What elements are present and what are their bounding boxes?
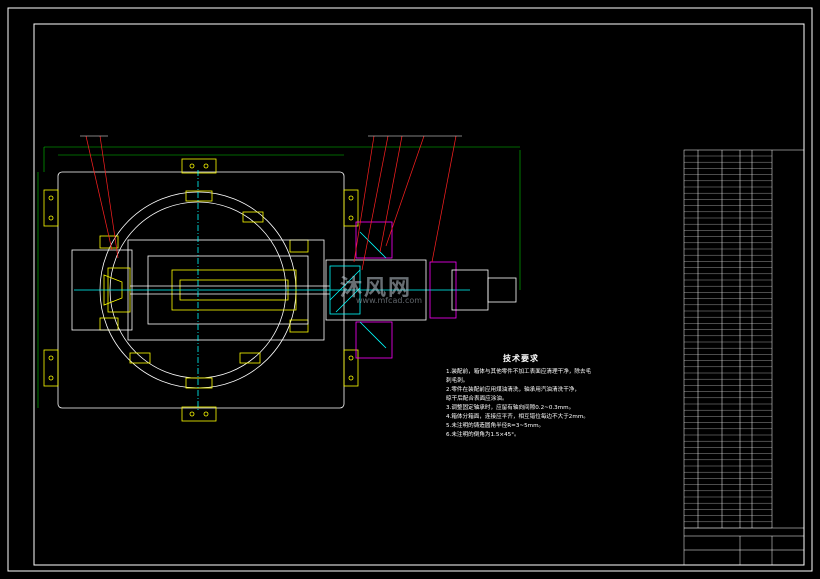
requirement-line: 2.零件在装配前应用煤油清洗，轴承用汽油清洗干净，: [446, 387, 580, 393]
left-lug-top: [43, 189, 59, 227]
right-lug-top: [343, 189, 359, 227]
technical-requirements-title: 技术要求: [503, 354, 539, 363]
requirement-line: 1.装配前，箱体与其他零件不加工表面应清理干净，除去毛: [446, 369, 592, 375]
requirement-line: 4.箱体分箱面，连接应平齐，相互错位每边不大于2mm。: [446, 414, 589, 420]
requirement-line: 刺毛刺。: [446, 378, 469, 384]
leader-lines: [85, 135, 457, 271]
requirement-line: 3.调整固定轴承时，应留有轴向间隙0.2~0.3mm。: [446, 405, 575, 411]
requirement-line: 晾干后配合表面应涂油。: [446, 396, 508, 402]
parts-list-rows: [684, 155, 772, 529]
requirement-line: 6.未注明的倒角为1.5×45°。: [446, 432, 520, 438]
parts-list: [683, 149, 805, 566]
end-cap: [487, 277, 517, 303]
watermark-url: www.mfcad.com: [356, 296, 423, 305]
left-lug-bottom: [43, 349, 59, 387]
top-lug: [181, 158, 217, 174]
bottom-lug: [181, 406, 217, 422]
inner-border: [33, 23, 805, 566]
requirement-line: 5.未注明的铸造圆角半径R=3~5mm。: [446, 423, 545, 429]
technical-requirements: 1.装配前，箱体与其他零件不加工表面应清理干净，除去毛 刺毛刺。 2.零件在装配…: [446, 368, 636, 440]
